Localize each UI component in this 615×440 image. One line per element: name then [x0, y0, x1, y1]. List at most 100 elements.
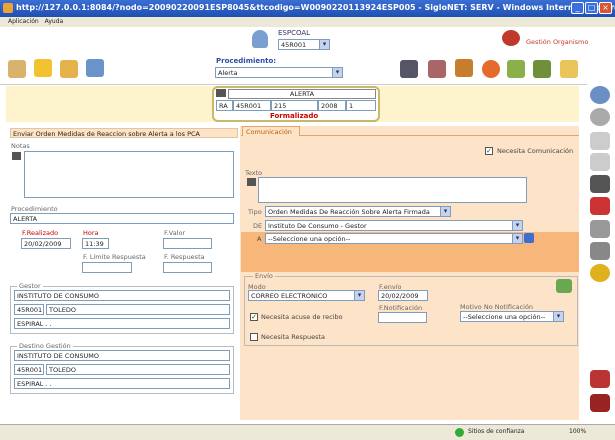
- envio-label: Envío: [253, 272, 275, 280]
- tab-comunicacion[interactable]: Comunicación: [242, 126, 300, 136]
- f-valor-input[interactable]: [163, 238, 212, 249]
- envio-icon[interactable]: [556, 279, 572, 293]
- f-realizado-input[interactable]: 20/02/2009: [21, 238, 71, 249]
- gestor-address: ESPIRAL . .: [14, 318, 230, 329]
- print-icon[interactable]: [590, 220, 610, 238]
- f-limite-input[interactable]: [82, 262, 132, 273]
- destino-name: INSTITUTO DE CONSUMO: [14, 350, 230, 361]
- f-valor-label: F.Valor: [164, 229, 186, 237]
- org-label: Gestión Organismo: [526, 38, 589, 46]
- archive-icon[interactable]: [455, 59, 473, 77]
- documents-icon[interactable]: [590, 153, 610, 171]
- necesita-comunicacion-label: Necesita Comunicación: [497, 147, 574, 155]
- gestor-city: TOLEDO: [46, 304, 230, 315]
- de-select[interactable]: Instituto De Consumo - Gestor: [265, 220, 523, 231]
- edit-icon[interactable]: [8, 60, 26, 78]
- document-icon[interactable]: [590, 132, 610, 150]
- laptop-icon[interactable]: [400, 60, 418, 78]
- ie-icon: [3, 3, 13, 13]
- user-select[interactable]: 45R001: [278, 39, 330, 50]
- alert-num: 215: [271, 100, 318, 111]
- tipo-select[interactable]: Orden Medidas De Reacción Sobre Alerta F…: [265, 206, 451, 217]
- hora-input[interactable]: 11:39: [82, 238, 109, 249]
- books-icon[interactable]: [428, 60, 446, 78]
- menu-aplicacion[interactable]: Aplicación: [8, 18, 39, 25]
- exit-icon[interactable]: [590, 394, 610, 412]
- notas-textarea[interactable]: [24, 151, 234, 198]
- pen-icon[interactable]: [533, 60, 551, 78]
- a-label: A: [257, 235, 262, 243]
- task-banner: Enviar Orden Medidas de Reaccion sobre A…: [10, 128, 238, 138]
- f-respuesta-input[interactable]: [163, 262, 212, 273]
- acuse-recibo-label: Necesita acuse de recibo: [261, 313, 343, 321]
- window-title-bar: http://127.0.0.1:8084/?nodo=20090220091E…: [0, 0, 615, 17]
- alert-seq: 1: [346, 100, 376, 111]
- destino-address: ESPIRAL . .: [14, 378, 230, 389]
- texto-edit-icon[interactable]: [247, 178, 256, 186]
- hora-label: Hora: [83, 229, 99, 237]
- f-limite-label: F. Límite Respuesta: [83, 253, 146, 261]
- print-preview-icon[interactable]: [590, 242, 610, 260]
- fnotif-input[interactable]: [378, 312, 427, 323]
- f-respuesta-label: F. Respuesta: [164, 253, 205, 261]
- security-zone: Sitios de confianza: [468, 428, 525, 435]
- alert-toggle-icon[interactable]: [216, 89, 226, 97]
- gestor-label: Gestor: [17, 282, 43, 290]
- organismo-logo-icon: [502, 30, 520, 46]
- destino-city: TOLEDO: [46, 364, 230, 375]
- texto-label: Texto: [245, 169, 263, 177]
- gestor-name: INSTITUTO DE CONSUMO: [14, 290, 230, 301]
- alert-year: 2008: [318, 100, 346, 111]
- necesita-respuesta-label: Necesita Respuesta: [261, 333, 325, 341]
- destino-label: Destino Gestión: [17, 342, 73, 350]
- menu-bar: Aplicación Ayuda: [0, 17, 615, 27]
- alert-code: RA: [216, 100, 233, 111]
- tipo-label: Tipo: [248, 208, 262, 216]
- users-icon[interactable]: [34, 59, 52, 77]
- de-label: DE: [253, 222, 263, 230]
- texto-textarea[interactable]: [258, 177, 527, 203]
- notas-label: Notas: [11, 142, 30, 150]
- alert-status: Formalizado: [270, 112, 319, 120]
- modo-select[interactable]: CORREO ELECTRONICO: [248, 290, 365, 301]
- back-icon[interactable]: [590, 108, 610, 126]
- tools-icon[interactable]: [590, 370, 610, 388]
- tag-icon[interactable]: [560, 60, 578, 78]
- minimize-button[interactable]: _: [571, 2, 584, 14]
- a-search-icon[interactable]: [524, 233, 534, 243]
- alert-org: 45R001: [233, 100, 271, 111]
- destino-code: 45R001: [14, 364, 44, 375]
- procedimiento-label: Procedimiento:: [216, 57, 277, 65]
- save-icon[interactable]: [590, 175, 610, 193]
- user-icon: [252, 30, 268, 48]
- user-label: ESPCOAL: [278, 29, 311, 37]
- search-tools-icon[interactable]: [507, 60, 525, 78]
- notas-edit-icon[interactable]: [12, 152, 21, 160]
- fenvio-input[interactable]: 20/02/2009: [378, 290, 428, 301]
- necesita-comunicacion-checkbox[interactable]: ✓: [485, 147, 493, 155]
- menu-ayuda[interactable]: Ayuda: [45, 18, 64, 25]
- procedimiento-field-label: Procedimiento: [11, 205, 58, 213]
- trusted-sites-icon: [455, 428, 464, 437]
- firefox-icon[interactable]: [482, 60, 500, 78]
- motivo-select[interactable]: --Seleccione una opción--: [460, 311, 564, 322]
- f-realizado-label: F.Realizado: [22, 229, 59, 237]
- transfer-icon[interactable]: [86, 59, 104, 77]
- close-button[interactable]: ×: [599, 2, 612, 14]
- motivo-label: Motivo No Notificación: [460, 303, 534, 311]
- zoom-level[interactable]: 100%: [569, 428, 586, 435]
- gestor-code: 45R001: [14, 304, 44, 315]
- search-icon[interactable]: [590, 86, 610, 104]
- window-title: http://127.0.0.1:8084/?nodo=20090220091E…: [16, 3, 615, 12]
- necesita-respuesta-checkbox[interactable]: [250, 333, 258, 341]
- procedimiento-select[interactable]: Alerta: [215, 67, 343, 78]
- maximize-button[interactable]: □: [585, 2, 598, 14]
- acuse-recibo-checkbox[interactable]: ✓: [250, 313, 258, 321]
- folder-icon[interactable]: [60, 60, 78, 78]
- procedimiento-field: ALERTA: [10, 213, 234, 224]
- settings-icon[interactable]: [590, 264, 610, 282]
- alert-title: ALERTA: [228, 89, 376, 99]
- comunicacion-panel: [240, 126, 579, 420]
- a-select[interactable]: --Seleccione una opción--: [265, 233, 523, 244]
- delete-icon[interactable]: [590, 197, 610, 215]
